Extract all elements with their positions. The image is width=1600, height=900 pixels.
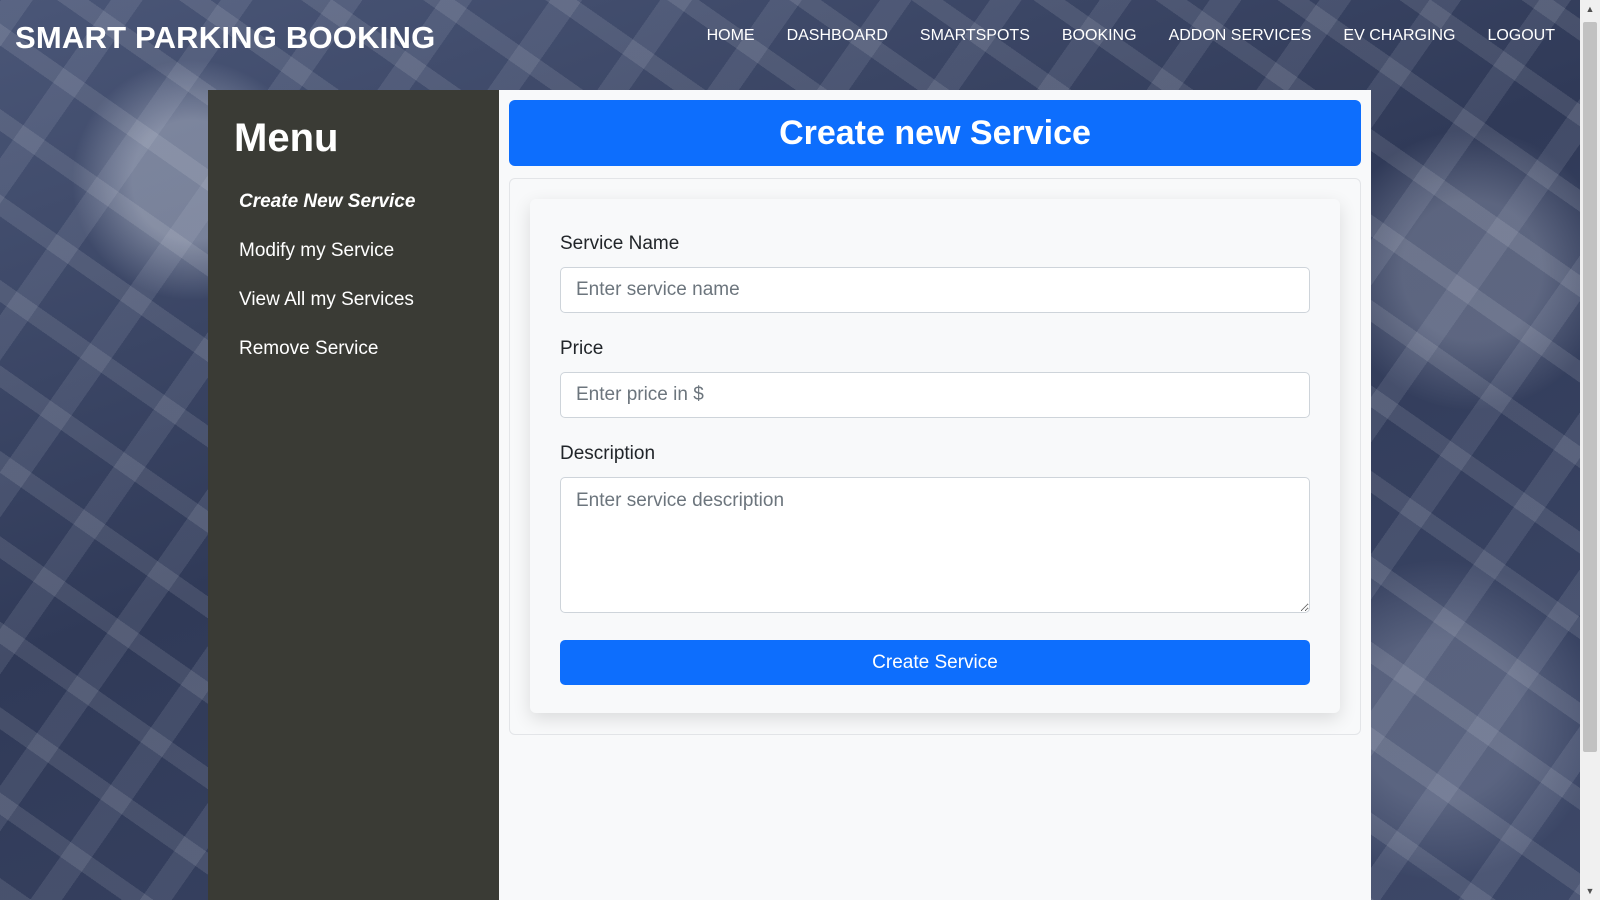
price-label: Price (560, 338, 604, 359)
price-input[interactable] (560, 372, 1310, 418)
brand-title[interactable]: SMART PARKING BOOKING (15, 20, 435, 56)
triangle-up-icon[interactable]: ▲ (1580, 0, 1600, 18)
nav-smartspots[interactable]: SMARTSPOTS (920, 27, 1030, 45)
scrollbar-thumb[interactable] (1583, 22, 1597, 752)
page-title: Create new Service (779, 113, 1091, 152)
nav-ev-charging[interactable]: EV CHARGING (1343, 27, 1455, 45)
sidebar: Menu Create New Service Modify my Servic… (208, 90, 499, 900)
sidebar-item-modify-service[interactable]: Modify my Service (239, 239, 415, 263)
sidebar-title: Menu (234, 116, 339, 160)
service-name-label: Service Name (560, 233, 680, 254)
nav-addon-services[interactable]: ADDON SERVICES (1169, 27, 1312, 45)
main-content: Create new Service Service Name Price De… (499, 90, 1371, 900)
top-navbar: SMART PARKING BOOKING HOME DASHBOARD SMA… (0, 0, 1580, 88)
page-header: Create new Service (509, 100, 1361, 166)
main-nav: HOME DASHBOARD SMARTSPOTS BOOKING ADDON … (675, 27, 1555, 45)
sidebar-menu: Create New Service Modify my Service Vie… (239, 190, 415, 386)
create-service-form: Service Name Price Description Create Se… (530, 199, 1340, 713)
service-name-input[interactable] (560, 267, 1310, 313)
triangle-down-icon[interactable]: ▼ (1580, 882, 1600, 900)
sidebar-item-remove-service[interactable]: Remove Service (239, 337, 415, 361)
nav-logout[interactable]: LOGOUT (1487, 27, 1555, 45)
sidebar-item-view-all-services[interactable]: View All my Services (239, 288, 415, 312)
nav-booking[interactable]: BOOKING (1062, 27, 1137, 45)
page-scrollbar[interactable]: ▲ ▼ (1580, 0, 1600, 900)
nav-home[interactable]: HOME (707, 27, 755, 45)
sidebar-item-create-new-service[interactable]: Create New Service (239, 190, 415, 214)
description-label: Description (560, 443, 656, 464)
nav-dashboard[interactable]: DASHBOARD (787, 27, 888, 45)
description-textarea[interactable] (560, 477, 1310, 613)
form-container: Service Name Price Description Create Se… (509, 178, 1361, 735)
create-service-button[interactable]: Create Service (560, 640, 1310, 685)
